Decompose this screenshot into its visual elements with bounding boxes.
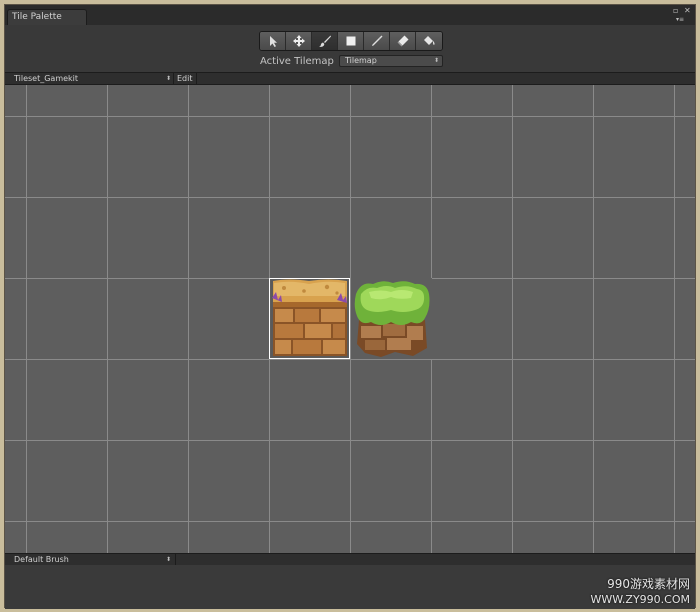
eraser-icon xyxy=(397,35,408,47)
brush-bar: Default Brush ⬍ xyxy=(5,553,695,566)
move-tool-button[interactable] xyxy=(286,32,312,50)
watermark-line2: WWW.ZY990.COM xyxy=(590,593,690,606)
brush-dropdown-arrow-icon[interactable]: ⬍ xyxy=(166,554,171,565)
paint-tool-button[interactable] xyxy=(312,32,338,50)
active-tilemap-dropdown[interactable]: Tilemap ⬍ xyxy=(339,55,443,67)
close-icon[interactable]: ✕ xyxy=(684,7,691,15)
square-icon xyxy=(346,36,355,46)
dirt-rock-tile[interactable] xyxy=(269,278,350,359)
grid-line-vertical xyxy=(593,85,594,553)
watermark-line1: 990游戏素材网 xyxy=(607,577,690,591)
grid-line-vertical xyxy=(107,85,108,553)
box-fill-tool-button[interactable] xyxy=(338,32,364,50)
move-arrows-icon xyxy=(292,35,305,47)
tile-palette-window: Tile Palette ▫ ✕ ▾≡ Active Tilemap Tilem… xyxy=(4,4,696,609)
erase-tool-button[interactable] xyxy=(390,32,416,50)
eyedropper-icon xyxy=(371,35,382,46)
picker-tool-button[interactable] xyxy=(364,32,390,50)
tab-tile-palette[interactable]: Tile Palette xyxy=(7,9,87,25)
palette-grid[interactable] xyxy=(5,85,695,553)
grid-line-vertical xyxy=(674,85,675,553)
grid-line-vertical xyxy=(26,85,27,553)
select-tool-button[interactable] xyxy=(260,32,286,50)
brush-icon xyxy=(318,35,331,47)
active-tilemap-value: Tilemap xyxy=(345,56,377,65)
dirt-rock-tile-image xyxy=(271,279,348,357)
toolbar-area: Active Tilemap Tilemap ⬍ xyxy=(5,25,695,72)
palette-dropdown-arrow-icon[interactable]: ⬍ xyxy=(166,73,171,84)
arrow-cursor-icon xyxy=(269,36,277,47)
maximize-icon[interactable]: ▫ xyxy=(673,7,678,15)
tool-button-group xyxy=(259,31,443,51)
flood-fill-tool-button[interactable] xyxy=(416,32,442,50)
dropdown-arrow-icon: ⬍ xyxy=(433,57,439,64)
edit-button[interactable]: Edit xyxy=(173,73,197,84)
grass-rock-tile[interactable] xyxy=(351,278,432,359)
grid-line-vertical xyxy=(512,85,513,553)
brush-dropdown[interactable]: Default Brush xyxy=(14,554,69,565)
grass-rock-tile-image xyxy=(351,278,432,359)
palette-dropdown[interactable]: Tileset_Gamekit xyxy=(14,73,78,84)
active-tilemap-label: Active Tilemap xyxy=(260,56,334,67)
grid-line-vertical xyxy=(188,85,189,553)
palette-bar: Tileset_Gamekit ⬍ Edit xyxy=(5,72,695,85)
paint-bucket-icon xyxy=(424,36,435,45)
menu-icon[interactable]: ▾≡ xyxy=(676,16,684,24)
window-tab-strip: Tile Palette ▫ ✕ ▾≡ xyxy=(5,5,695,25)
